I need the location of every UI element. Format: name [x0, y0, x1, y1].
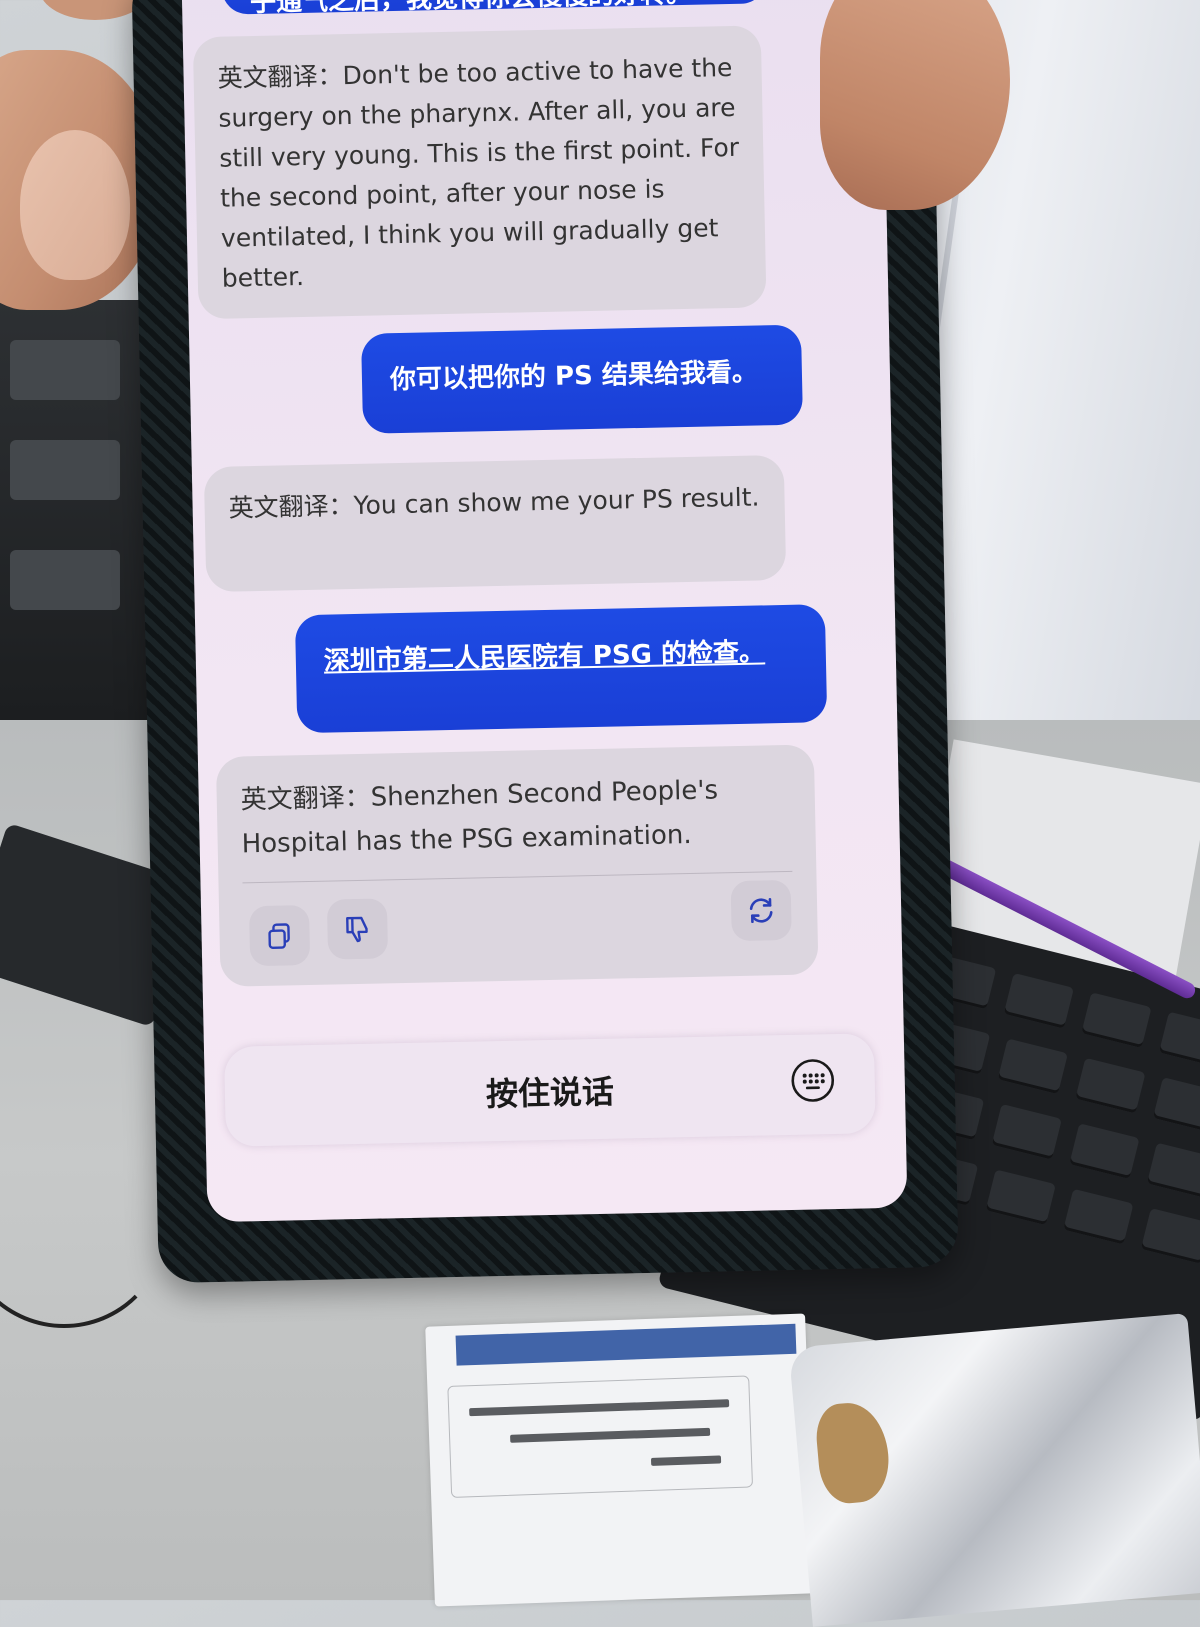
- shelf-item: [10, 550, 120, 610]
- user-message-text: 你可以把你的 PS 结果给我看。: [390, 357, 758, 395]
- thumbs-down-icon: [341, 913, 374, 946]
- keyboard-key: [992, 1104, 1062, 1160]
- keyboard-key: [1069, 1123, 1139, 1179]
- medicine-label: [447, 1375, 753, 1497]
- medicine-label-line: [469, 1399, 729, 1416]
- refresh-icon: [744, 893, 779, 928]
- keyboard-key: [986, 1169, 1056, 1225]
- keyboard-key: [1141, 1208, 1200, 1264]
- blister-foil: [789, 1313, 1200, 1627]
- translation-prefix: 英文翻译：: [240, 783, 371, 816]
- keyboard-icon[interactable]: [788, 1056, 837, 1105]
- keyboard-key: [998, 1038, 1068, 1094]
- assistant-message-bubble[interactable]: 英文翻译：Don't be too active to have the sur…: [193, 25, 767, 319]
- phone: 子通气之后，我觉得你会慢慢的好转。 英文翻译：Don't be too acti…: [131, 0, 958, 1283]
- keyboard-key: [1159, 1012, 1200, 1068]
- user-message-text: 子通气之后，我觉得你会慢慢的好转。: [250, 0, 693, 18]
- keyboard-key: [1081, 992, 1151, 1048]
- keyboard-key: [1063, 1189, 1133, 1245]
- keyboard-key: [1147, 1143, 1200, 1199]
- keyboard-key: [1153, 1077, 1200, 1133]
- medicine-box-band: [456, 1324, 797, 1366]
- phone-screen: 子通气之后，我觉得你会慢慢的好转。 英文翻译：Don't be too acti…: [181, 0, 907, 1222]
- foil-hole: [814, 1400, 892, 1506]
- user-message-bubble[interactable]: 深圳市第二人民医院有 PSG 的检查。: [295, 604, 827, 733]
- keyboard-key: [1075, 1058, 1145, 1114]
- shelf-item: [10, 340, 120, 400]
- dislike-button[interactable]: [327, 898, 388, 959]
- assistant-message-text: You can show me your PS result.: [353, 482, 759, 519]
- copy-icon: [264, 920, 295, 951]
- hold-to-talk-button[interactable]: 按住说话: [224, 1033, 876, 1147]
- medicine-box: [425, 1313, 815, 1606]
- hold-to-talk-label: 按住说话: [225, 1061, 876, 1121]
- regenerate-button[interactable]: [731, 880, 792, 941]
- shelf-background: [0, 300, 150, 720]
- translation-prefix: 英文翻译：: [228, 491, 354, 523]
- user-message-bubble[interactable]: 你可以把你的 PS 结果给我看。: [361, 325, 803, 434]
- medicine-label-line: [510, 1428, 710, 1443]
- assistant-message-body: 英文翻译：Shenzhen Second People's Hospital h…: [240, 767, 792, 866]
- medicine-label-line: [651, 1455, 721, 1465]
- translation-prefix: 英文翻译：: [217, 61, 343, 93]
- user-message-bubble[interactable]: 子通气之后，我觉得你会慢慢的好转。: [221, 0, 767, 15]
- user-message-text: 深圳市第二人民医院有 PSG 的检查。: [324, 637, 766, 676]
- assistant-message-bubble[interactable]: 英文翻译：Shenzhen Second People's Hospital h…: [216, 744, 819, 986]
- assistant-message-bubble[interactable]: 英文翻译：You can show me your PS result.: [204, 455, 786, 592]
- message-divider: [242, 871, 792, 884]
- copy-button[interactable]: [249, 905, 310, 966]
- thumbnail: [20, 130, 130, 280]
- shelf-item: [10, 440, 120, 500]
- keyboard-key: [1004, 973, 1074, 1029]
